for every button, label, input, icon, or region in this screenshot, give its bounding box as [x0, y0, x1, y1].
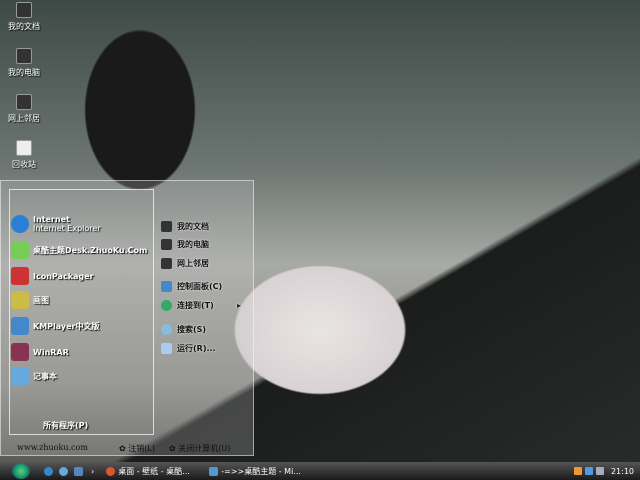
item-label: 运行(R)... [177, 344, 216, 353]
kmplayer-icon [11, 317, 29, 335]
my-computer-icon [161, 239, 172, 250]
browser-quicklaunch-icon[interactable] [59, 466, 68, 476]
recycle-bin-icon [16, 140, 32, 156]
item-title: Internet [33, 215, 70, 224]
clock[interactable]: 21:10 [611, 467, 634, 476]
network-icon [16, 94, 32, 110]
my-documents-icon [16, 2, 32, 18]
system-tray: 21:10 [573, 467, 634, 476]
logoff-icon: ✿ [119, 444, 129, 453]
paint-icon [11, 291, 29, 309]
network-icon [161, 258, 172, 269]
tray-app-icon[interactable] [573, 467, 582, 475]
item-label: 控制面板(C) [177, 282, 223, 291]
item-title: 桌酷主题Desk.ZhuoKu.Com [33, 245, 148, 255]
taskbar: › 桌面 - 壁纸 - 桌酷... -=>>桌酷主题 - Mi... 21:10 [0, 462, 640, 480]
globe-icon [161, 300, 172, 311]
run-icon [161, 343, 172, 354]
item-label: 我的文档 [177, 222, 209, 231]
footer-url: www.zhuoku.com [17, 443, 88, 452]
icon-label: 网上邻居 [8, 114, 40, 123]
logoff-button[interactable]: ✿ 注销(L) [119, 443, 155, 454]
menu-item-kmplayer[interactable]: KMPlayer中文版 [11, 317, 100, 335]
chrome-icon [106, 466, 116, 476]
ie-quicklaunch-icon[interactable] [44, 466, 53, 476]
task-label: -=>>桌酷主题 - Mi... [221, 466, 301, 476]
submenu-arrow-icon: ▸ [237, 301, 242, 310]
menu-item-notepad[interactable]: 记事本 [11, 367, 57, 385]
all-programs-button[interactable]: 所有程序(P) [43, 420, 88, 431]
icon-label: 我的电脑 [8, 68, 40, 77]
logoff-label: 注销(L) [128, 444, 155, 453]
desktop-icon-my-documents[interactable]: 我的文档 [2, 2, 46, 32]
menu-item-network[interactable]: 网上邻居 [161, 258, 209, 269]
shutdown-icon: ✿ [169, 444, 179, 453]
item-subtitle: Internet Explorer [33, 224, 101, 233]
item-label: 搜索(S) [177, 325, 207, 334]
item-title: 记事本 [33, 371, 57, 381]
menu-item-iconpackager[interactable]: IconPackager [11, 267, 94, 285]
menu-item-search[interactable]: 搜索(S) [161, 324, 206, 335]
desktop-icon-recycle-bin[interactable]: 回收站 [2, 140, 46, 170]
item-title: KMPlayer中文版 [33, 321, 100, 331]
explorer-icon [209, 466, 219, 476]
taskbar-button[interactable]: -=>>桌酷主题 - Mi... [209, 466, 304, 477]
shutdown-label: 关闭计算机(U) [178, 444, 231, 453]
task-label: 桌面 - 壁纸 - 桌酷... [118, 466, 190, 476]
menu-item-connect-to[interactable]: 连接到(T) ▸ [161, 300, 241, 311]
zhuoku-icon [11, 241, 29, 259]
menu-item-control-panel[interactable]: 控制面板(C) [161, 281, 222, 292]
menu-item-winrar[interactable]: WinRAR [11, 343, 69, 361]
menu-item-run[interactable]: 运行(R)... [161, 343, 216, 354]
notepad-icon [11, 367, 29, 385]
shutdown-button[interactable]: ✿ 关闭计算机(U) [169, 443, 230, 454]
icon-label: 我的文档 [8, 22, 40, 31]
iconpackager-icon [11, 267, 29, 285]
my-documents-icon [161, 221, 172, 232]
menu-item-internet-explorer[interactable]: Internet Internet Explorer [11, 215, 101, 233]
item-label: 我的电脑 [177, 240, 209, 249]
quicklaunch-expand-icon[interactable]: › [91, 467, 94, 476]
ie-icon [11, 215, 29, 233]
menu-item-my-documents[interactable]: 我的文档 [161, 221, 209, 232]
winrar-icon [11, 343, 29, 361]
search-icon [161, 324, 172, 335]
item-title: IconPackager [33, 271, 94, 281]
desktop-quicklaunch-icon[interactable] [74, 466, 83, 476]
icon-label: 回收站 [12, 160, 36, 169]
all-programs-label: 所有程序(P) [43, 421, 89, 430]
volume-icon[interactable] [595, 467, 604, 475]
start-button[interactable] [12, 463, 30, 479]
taskbar-button[interactable]: 桌面 - 壁纸 - 桌酷... [106, 466, 201, 477]
item-title: 画图 [33, 295, 49, 305]
item-title: WinRAR [33, 347, 69, 357]
my-computer-icon [16, 48, 32, 64]
control-panel-icon [161, 281, 172, 292]
desktop-icon-my-computer[interactable]: 我的电脑 [2, 48, 46, 78]
desktop-icon-network[interactable]: 网上邻居 [2, 94, 46, 124]
menu-item-zhuoku[interactable]: 桌酷主题Desk.ZhuoKu.Com [11, 241, 147, 259]
menu-item-paint[interactable]: 画图 [11, 291, 49, 309]
item-label: 网上邻居 [177, 259, 209, 268]
network-tray-icon[interactable] [584, 467, 593, 475]
menu-item-my-computer[interactable]: 我的电脑 [161, 239, 209, 250]
item-label: 连接到(T) [177, 301, 214, 310]
start-menu: Internet Internet Explorer 桌酷主题Desk.ZhuoK… [0, 180, 254, 456]
